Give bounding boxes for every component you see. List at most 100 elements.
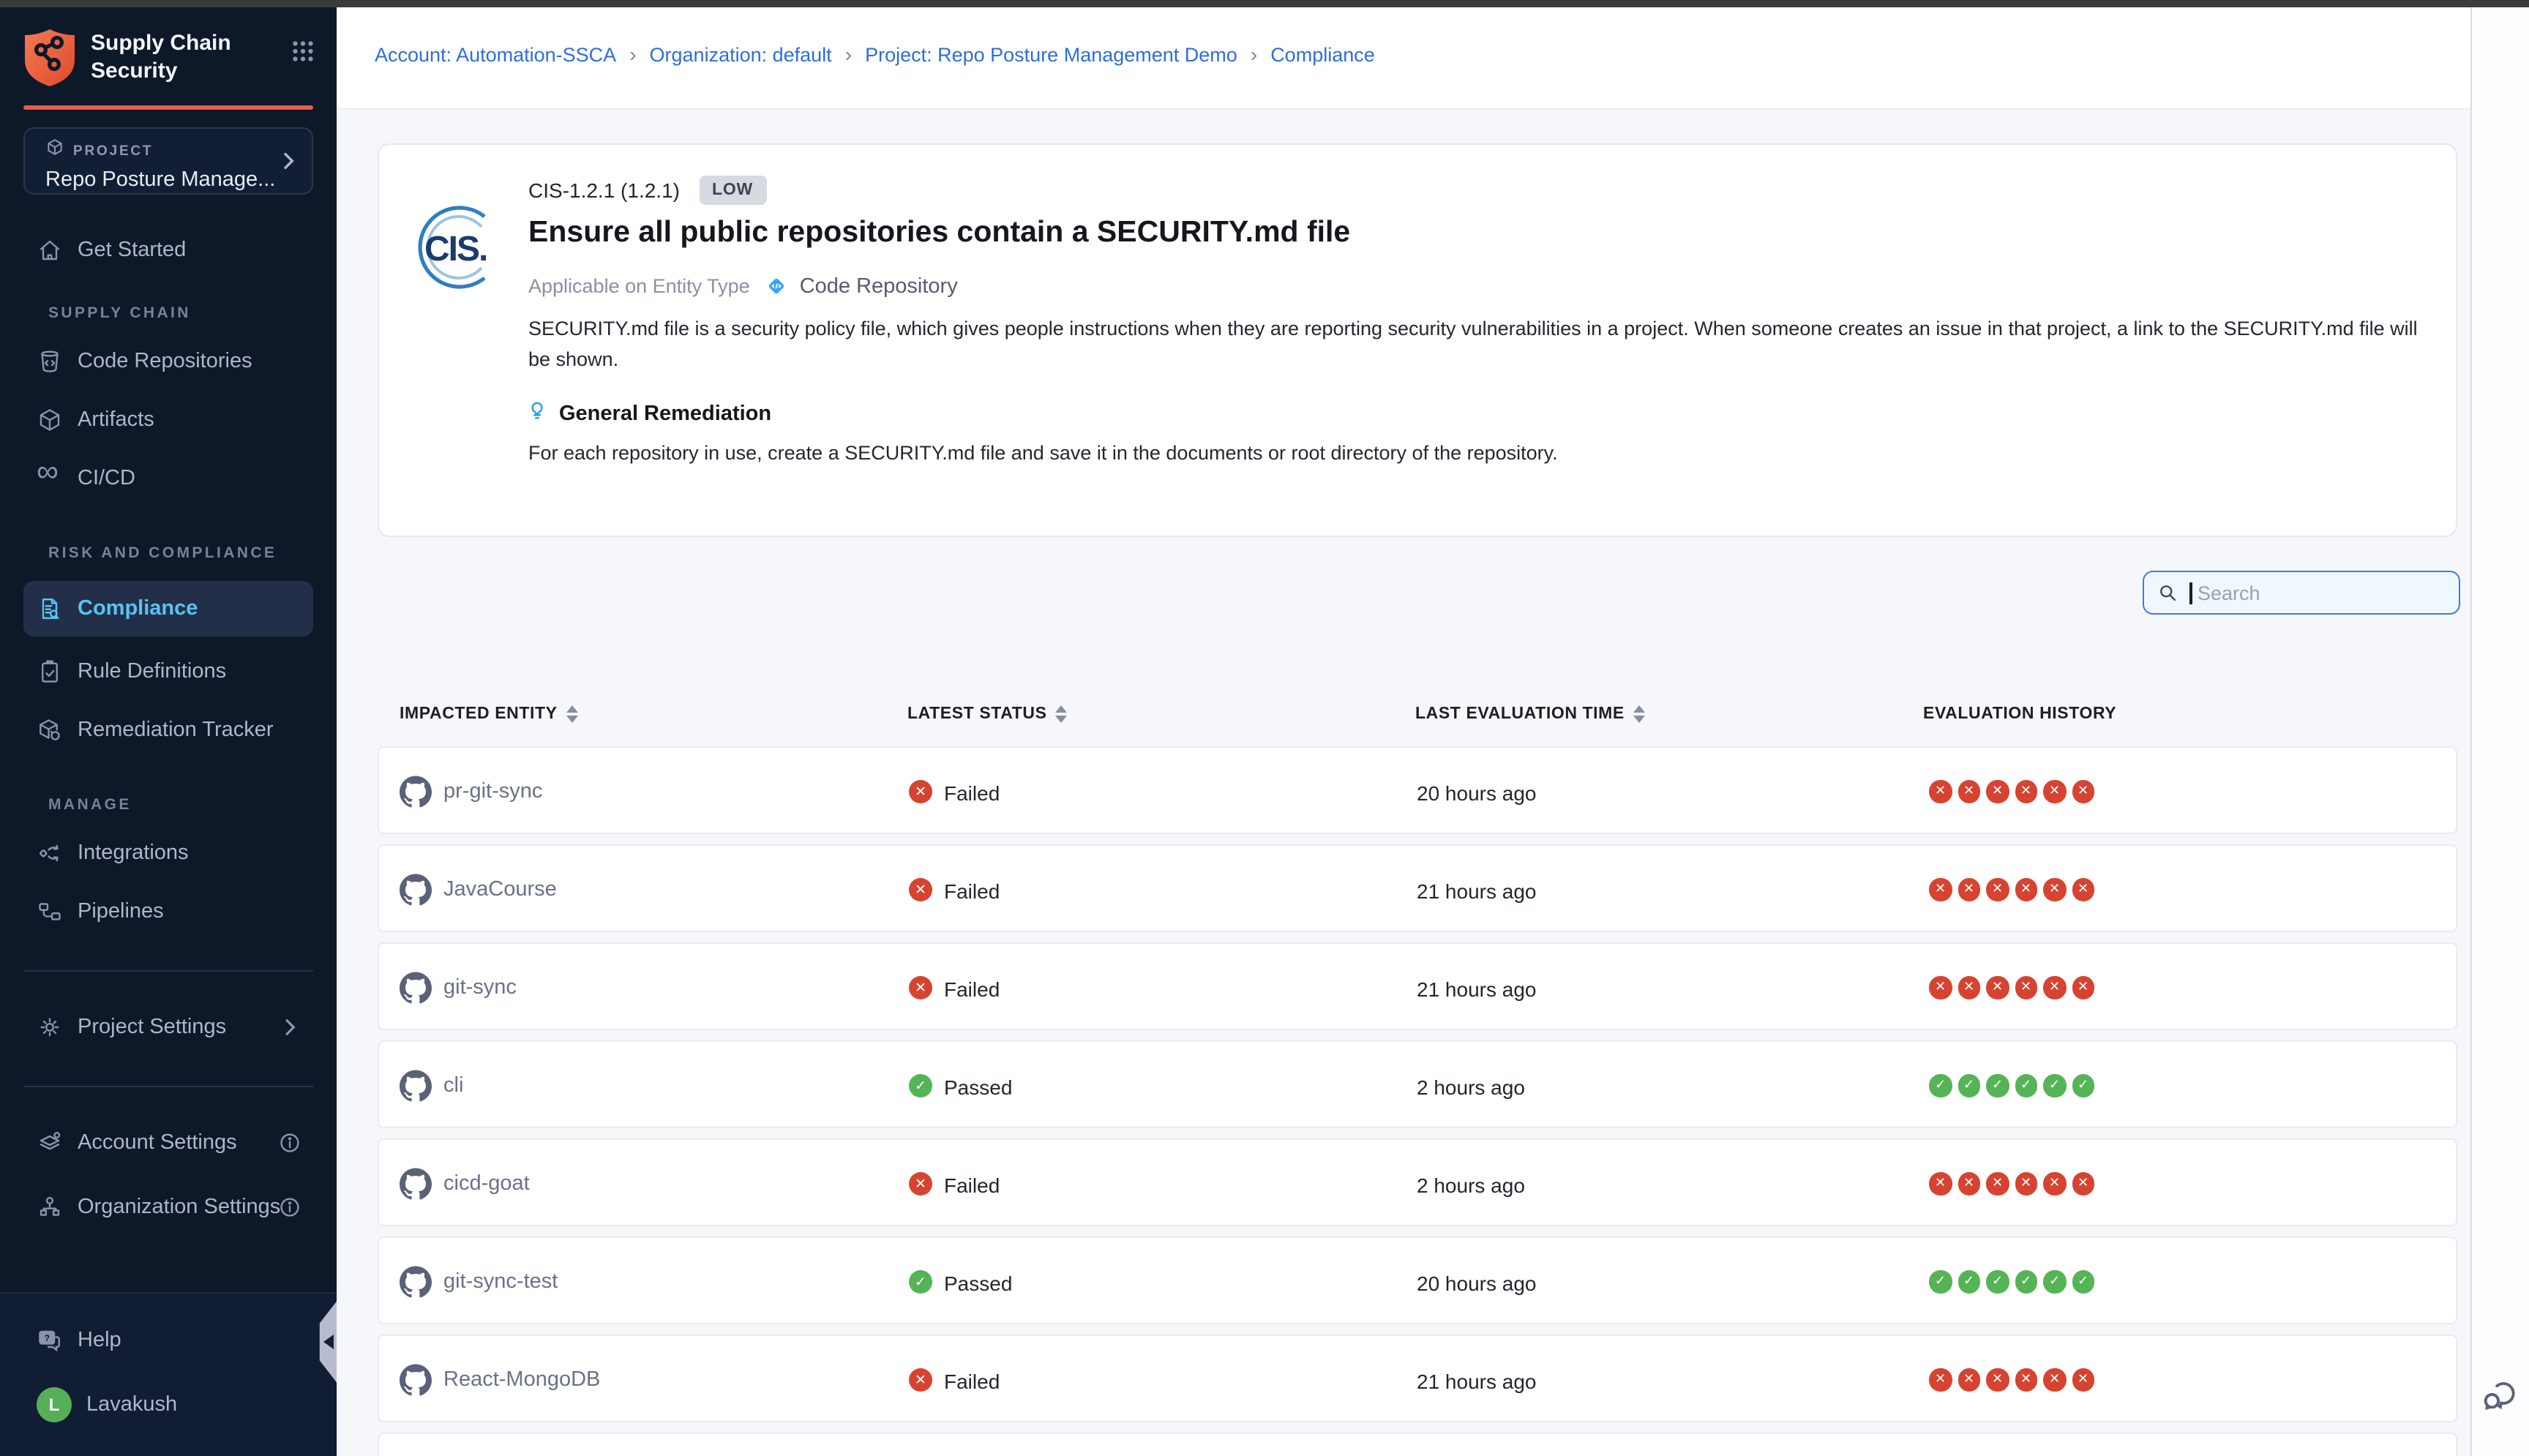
sidebar-item-get-started[interactable]: Get Started [0,221,337,279]
history-fail-icon: ✕ [1986,1172,2009,1195]
collapse-left-arrow-icon [323,1335,334,1349]
last-evaluation-time: 21 hours ago [1417,879,1536,903]
status-label: Failed [944,1370,1000,1393]
app-switcher-grid-icon[interactable] [290,38,316,64]
sidebar-item-label: Compliance [78,597,198,620]
table-row-cli[interactable]: cli✓Passed2 hours ago✓✓✓✓✓✓ [378,1040,2457,1128]
code-repository-diamond-icon [765,274,790,299]
sidebar-item-rule-definitions[interactable]: Rule Definitions [0,642,337,701]
github-icon [400,1070,432,1102]
history-fail-icon: ✕ [2072,1172,2094,1195]
column-header-impacted-entity[interactable]: IMPACTED ENTITY [400,705,578,723]
info-icon[interactable] [278,1131,301,1155]
sidebar-section-risk-and-compliance: RISK AND COMPLIANCE [48,543,337,563]
artifact-box-icon [37,407,63,433]
breadcrumb-link-account[interactable]: Account: Automation-SSCA [375,43,616,65]
history-pass-icon: ✓ [1986,1074,2009,1097]
help-label: Help [78,1329,121,1352]
status-label: Failed [944,781,1000,805]
table-row-partial[interactable]: ✓✓✓✓✓✓✓ [378,1433,2457,1456]
history-fail-icon: ✕ [2015,878,2037,901]
last-evaluation-time: 20 hours ago [1417,1272,1536,1295]
breadcrumb-link-organization[interactable]: Organization: default [650,43,832,65]
rule-title: Ensure all public repositories contain a… [528,215,1350,250]
history-fail-icon: ✕ [2043,878,2066,901]
sidebar-item-integrations[interactable]: Integrations [0,824,337,882]
sidebar-section-manage: MANAGE [48,795,337,815]
table-row-react-mongodb[interactable]: React-MongoDB✕Failed21 hours ago✕✕✕✕✕✕ [378,1335,2457,1422]
column-header-latest-status[interactable]: LATEST STATUS [907,705,1068,723]
history-pass-icon: ✓ [2043,1270,2066,1293]
entity-name: JavaCourse [443,878,557,901]
entity-name: cli [443,1074,463,1097]
history-pass-icon: ✓ [2043,1074,2066,1097]
last-evaluation-time: 20 hours ago [1417,781,1536,805]
sidebar-item-label: Artifacts [78,408,154,432]
sidebar-item-remediation-tracker[interactable]: Remediation Tracker [0,701,337,759]
main-content: Account: Automation-SSCA › Organization: d… [337,7,2470,1456]
history-pass-icon: ✓ [2015,1074,2037,1097]
status-fail-icon: ✕ [909,1172,932,1196]
sidebar-item-code-repositories[interactable]: Code Repositories [0,332,337,391]
svg-text:?: ? [45,1333,50,1343]
history-fail-icon: ✕ [2072,1368,2094,1391]
sidebar-item-ci-cd[interactable]: ∞CI/CD [0,449,337,508]
status-label: Passed [944,1076,1012,1099]
breadcrumb-link-compliance[interactable]: Compliance [1270,43,1375,65]
history-fail-icon: ✕ [1957,976,1980,999]
help-chat-icon: ? [37,1327,63,1354]
history-fail-icon: ✕ [2043,780,2066,803]
column-header-last-evaluation-time[interactable]: LAST EVALUATION TIME [1415,705,1645,723]
status-label: Failed [944,1174,1000,1197]
project-selector[interactable]: PROJECT Repo Posture Manage... [23,127,313,195]
sidebar-item-organization-settings[interactable]: Organization Settings [0,1178,337,1237]
history-fail-icon: ✕ [2072,976,2094,999]
breadcrumb: Account: Automation-SSCA › Organization: d… [375,42,1375,66]
chevron-right-icon [278,1016,301,1039]
breadcrumb-separator: › [629,42,636,66]
compliance-doc-icon [37,596,63,622]
github-icon [400,972,432,1004]
table-row-git-sync[interactable]: git-sync✕Failed21 hours ago✕✕✕✕✕✕ [378,942,2457,1030]
entity-type: Code Repository [800,274,958,298]
table-row-pr-git-sync[interactable]: pr-git-sync✕Failed20 hours ago✕✕✕✕✕✕ [378,746,2457,834]
history-pass-icon: ✓ [2015,1270,2037,1293]
chevron-right-icon [277,149,300,173]
home-icon [37,237,63,263]
github-icon [400,874,432,906]
project-name: Repo Posture Manage... [45,168,297,192]
history-fail-icon: ✕ [1986,976,2009,999]
sidebar-item-account-settings[interactable]: Account Settings [0,1114,337,1172]
supply-chain-security-logo-icon[interactable] [23,28,76,86]
info-icon[interactable] [278,1196,301,1219]
column-header-label: LATEST STATUS [907,705,1047,723]
entity-name: cicd-goat [443,1172,530,1196]
sidebar-item-help[interactable]: ? Help [0,1311,337,1370]
sort-icon [1056,705,1068,723]
search-input[interactable] [2195,580,2429,605]
sidebar: Supply ChainSecurity PROJECT Repo Postur… [0,7,337,1456]
history-fail-icon: ✕ [2072,780,2094,803]
entity-name: React-MongoDB [443,1368,600,1392]
sidebar-item-compliance[interactable]: Compliance [23,581,313,637]
status-pass-icon: ✓ [909,1074,932,1097]
rule-id: CIS-1.2.1 (1.2.1) [528,179,680,202]
support-chat-bubbles-icon[interactable] [2479,1376,2519,1415]
history-fail-icon: ✕ [1957,780,1980,803]
history-fail-icon: ✕ [2015,976,2037,999]
user-menu[interactable]: L Lavakush [0,1376,337,1434]
sidebar-item-artifacts[interactable]: Artifacts [0,391,337,449]
table-row-cicd-goat[interactable]: cicd-goat✕Failed2 hours ago✕✕✕✕✕✕ [378,1138,2457,1226]
github-icon [400,1266,432,1298]
sidebar-item-project-settings[interactable]: Project Settings [0,998,337,1057]
org-gear-icon [37,1194,63,1220]
sidebar-item-pipelines[interactable]: Pipelines [0,882,337,941]
table-row-git-sync-test[interactable]: git-sync-test✓Passed20 hours ago✓✓✓✓✓✓ [378,1237,2457,1324]
applicable-label: Applicable on Entity Type [528,275,750,297]
repository-icon [37,348,63,375]
column-header-label: LAST EVALUATION TIME [1415,705,1625,723]
table-row-javacourse[interactable]: JavaCourse✕Failed21 hours ago✕✕✕✕✕✕ [378,844,2457,932]
history-fail-icon: ✕ [1957,1172,1980,1195]
breadcrumb-link-project[interactable]: Project: Repo Posture Management Demo [865,43,1237,65]
entity-name: pr-git-sync [443,780,542,803]
